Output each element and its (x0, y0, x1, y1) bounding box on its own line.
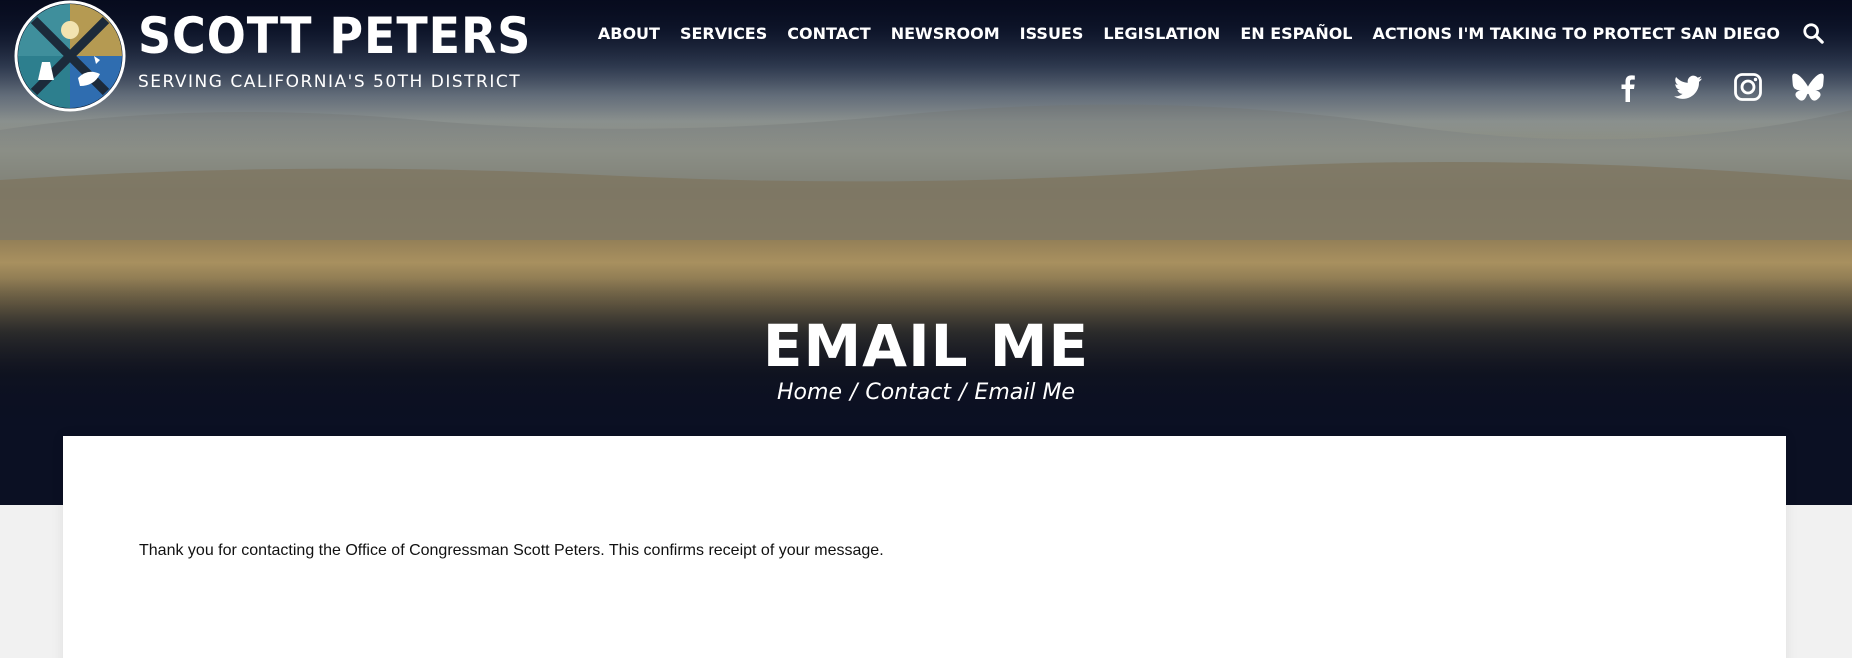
nav-item-actions[interactable]: ACTIONS I'M TAKING TO PROTECT SAN DIEGO (1373, 24, 1781, 43)
nav-item-contact[interactable]: CONTACT (787, 24, 870, 43)
breadcrumb-current: Email Me (974, 380, 1075, 405)
breadcrumb-contact[interactable]: Contact (865, 380, 951, 405)
page-title: EMAIL ME (762, 312, 1090, 380)
social-links (1584, 71, 1824, 103)
nav-item-newsroom[interactable]: NEWSROOM (891, 24, 1000, 43)
search-icon[interactable] (1802, 22, 1824, 44)
breadcrumb-separator: / (849, 380, 858, 405)
logo-subtitle: SERVING CALIFORNIA'S 50TH DISTRICT (138, 72, 522, 92)
facebook-icon[interactable] (1612, 71, 1644, 103)
site-logo[interactable]: SCOTT PETERS SERVING CALIFORNIA'S 50TH D… (14, 0, 566, 112)
nav-item-espanol[interactable]: EN ESPAÑOL (1240, 24, 1352, 43)
nav-item-legislation[interactable]: LEGISLATION (1103, 24, 1220, 43)
nav-item-services[interactable]: SERVICES (680, 24, 767, 43)
main-nav: ABOUT SERVICES CONTACT NEWSROOM ISSUES L… (578, 22, 1824, 44)
confirmation-message: Thank you for contacting the Office of C… (139, 542, 884, 559)
nav-item-about[interactable]: ABOUT (598, 24, 660, 43)
breadcrumb-separator: / (959, 380, 967, 405)
logo-name: SCOTT PETERS (138, 7, 532, 65)
bluesky-icon[interactable] (1792, 71, 1824, 103)
breadcrumb: Home / Contact / Email Me (0, 380, 1852, 405)
nav-item-issues[interactable]: ISSUES (1020, 24, 1084, 43)
instagram-icon[interactable] (1732, 71, 1764, 103)
twitter-icon[interactable] (1672, 71, 1704, 103)
breadcrumb-home[interactable]: Home (777, 380, 842, 405)
district-seal-icon (14, 0, 126, 112)
content-card: Thank you for contacting the Office of C… (63, 436, 1786, 658)
